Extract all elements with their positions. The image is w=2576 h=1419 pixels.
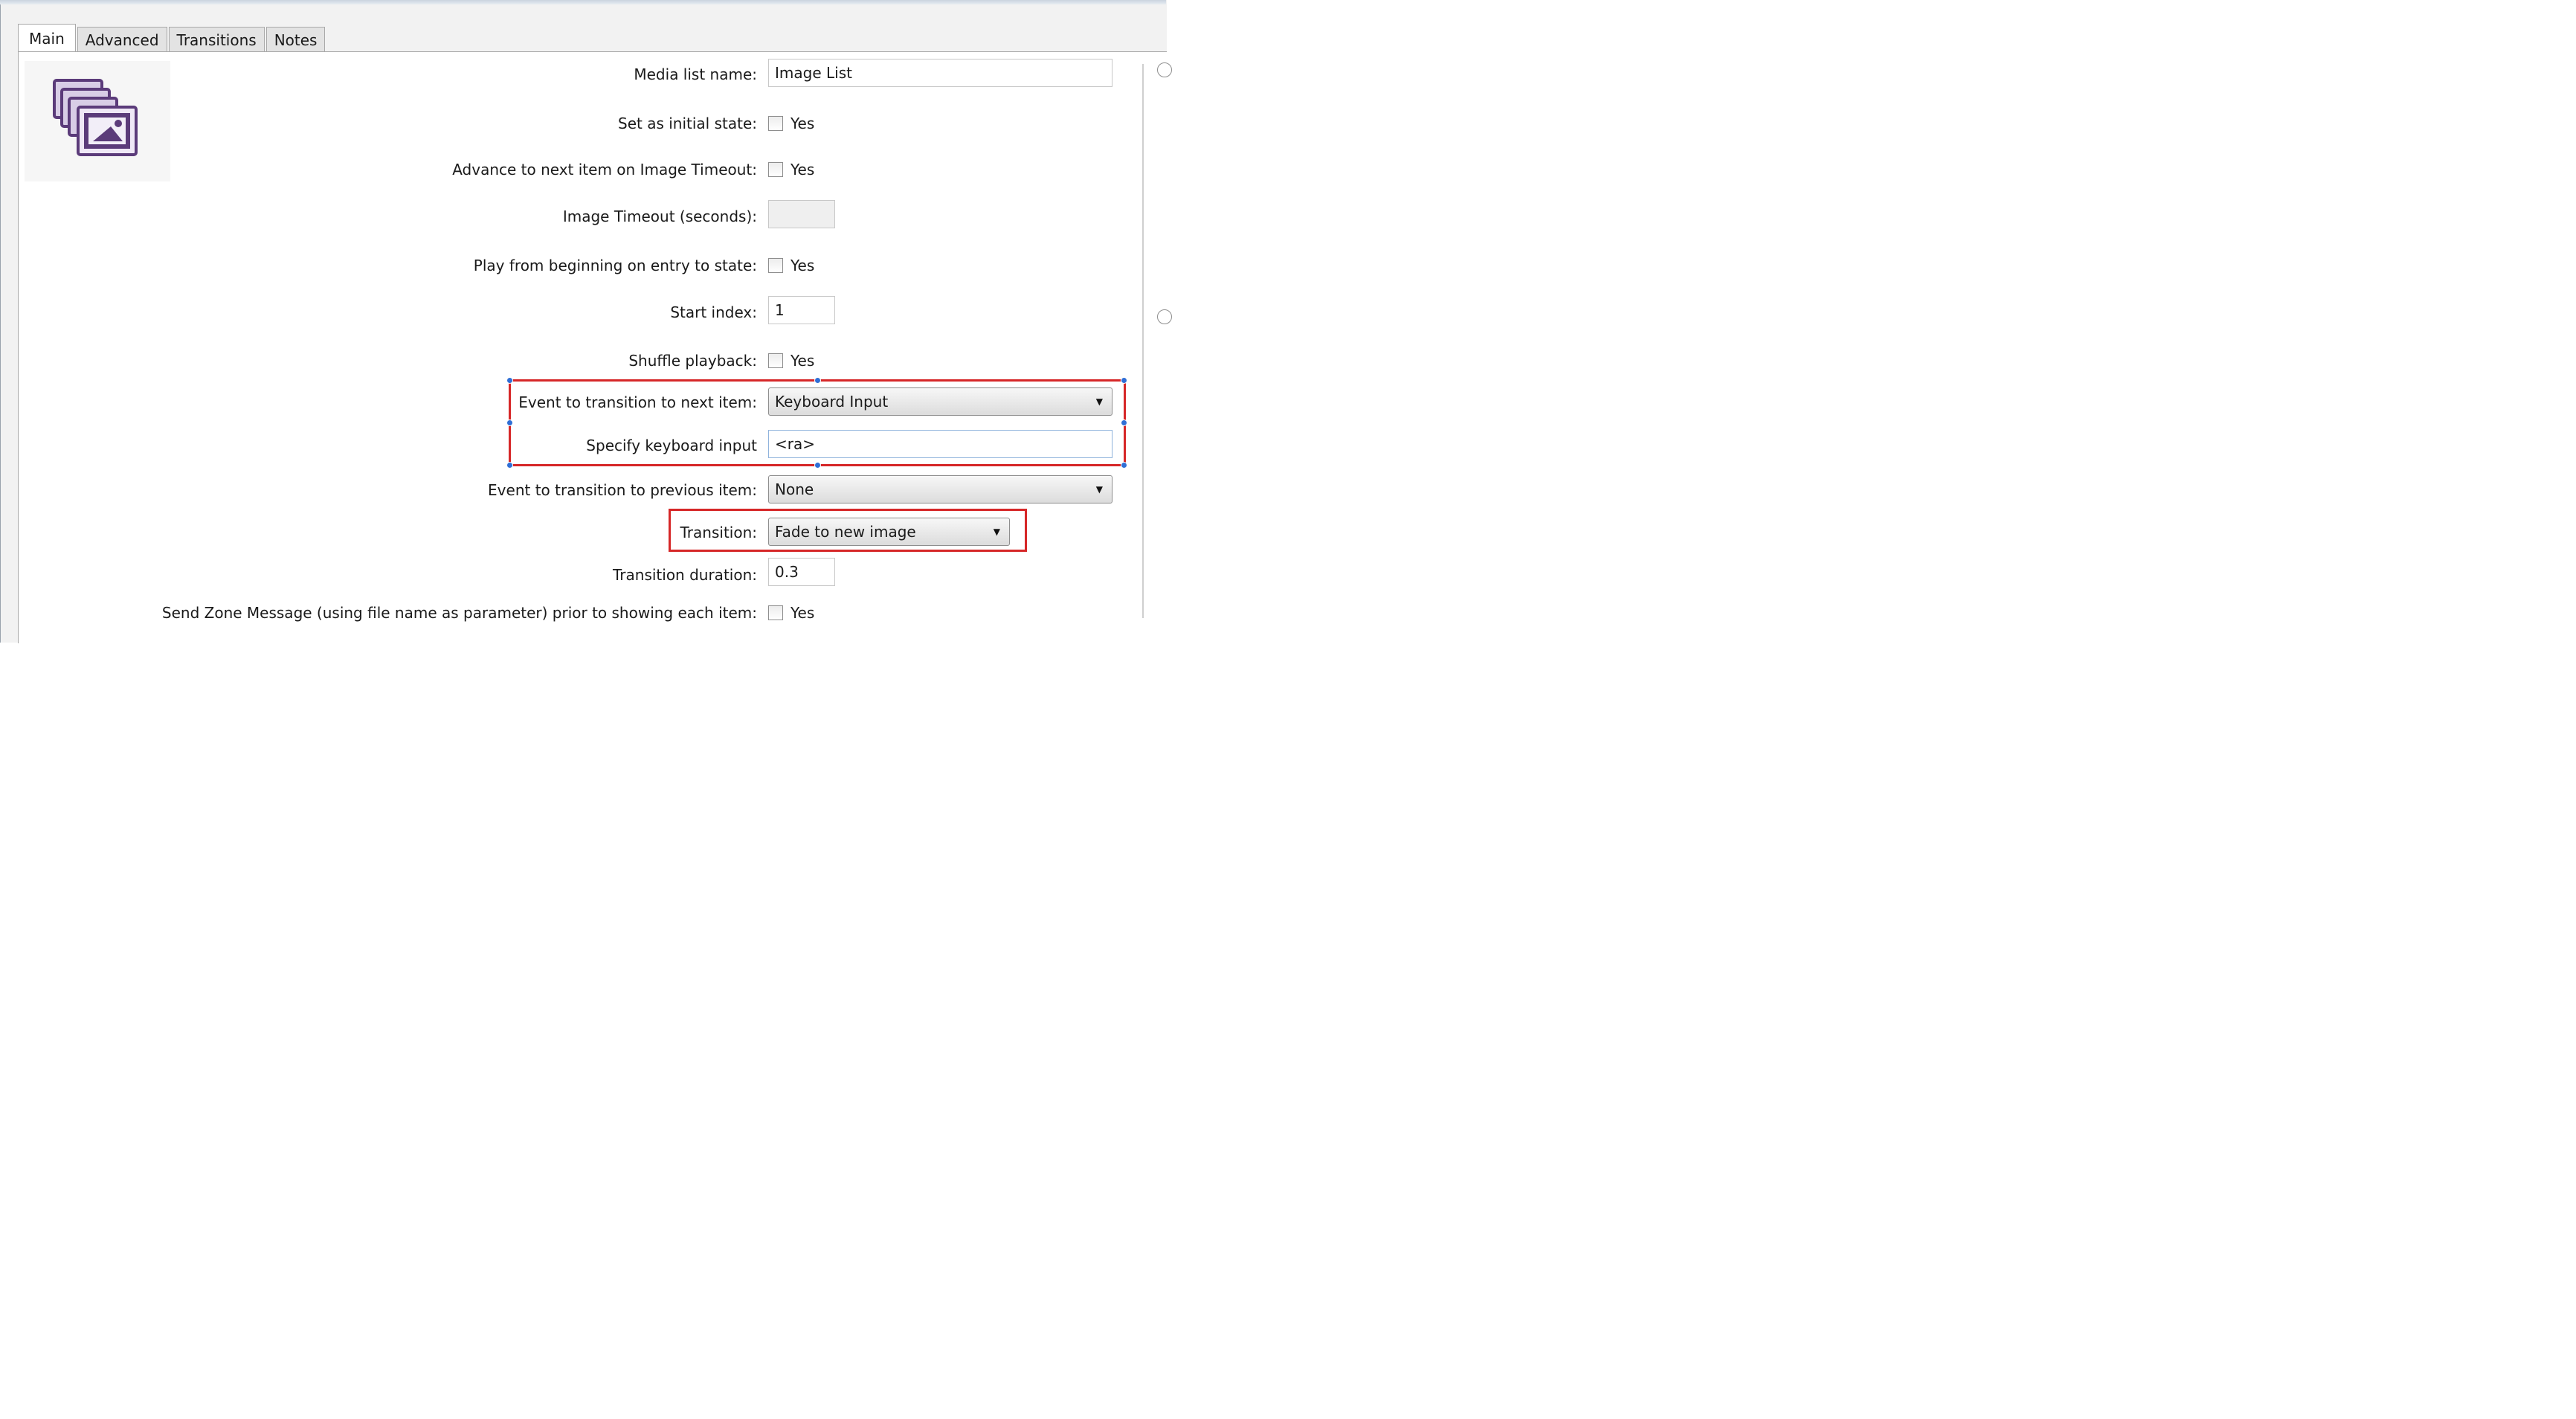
set-initial-state-yes-label: Yes [790,115,815,132]
selection-handle [814,377,821,384]
chevron-down-icon: ▼ [993,527,1000,537]
event-next-label: Event to transition to next item: [518,393,757,411]
advance-on-timeout-checkbox[interactable] [768,162,783,177]
shuffle-playback-option: Yes [768,352,814,370]
panel-divider [1142,64,1144,618]
event-previous-label: Event to transition to previous item: [488,481,757,499]
start-index-input[interactable]: 1 [768,296,835,324]
event-next-dropdown[interactable]: Keyboard Input ▼ [768,387,1112,416]
play-from-beginning-yes-label: Yes [790,257,815,274]
event-next-value: Keyboard Input [775,393,889,411]
selection-handle [814,462,821,469]
transition-duration-input[interactable]: 0.3 [768,558,835,586]
main-panel [18,51,1167,643]
media-list-thumbnail [25,61,170,181]
send-zone-message-yes-label: Yes [790,604,815,622]
advance-on-timeout-option: Yes [768,161,814,178]
transition-duration-label: Transition duration: [613,566,757,584]
advance-on-timeout-label: Advance to next item on Image Timeout: [452,161,757,178]
send-zone-message-checkbox[interactable] [768,605,783,620]
tab-advanced[interactable]: Advanced [77,27,167,52]
set-initial-state-label: Set as initial state: [618,115,757,132]
image-timeout-label: Image Timeout (seconds): [562,207,757,225]
chevron-down-icon: ▼ [1095,484,1103,495]
media-list-name-label: Media list name: [634,65,757,83]
set-initial-state-option: Yes [768,115,814,132]
selection-handle [1121,377,1127,384]
tab-bar: Main Advanced Transitions Notes [18,24,326,52]
set-initial-state-checkbox[interactable] [768,116,783,131]
shuffle-playback-yes-label: Yes [790,352,815,370]
event-previous-dropdown[interactable]: None ▼ [768,475,1112,503]
selection-handle [506,377,513,384]
send-zone-message-label: Send Zone Message (using file name as pa… [161,604,757,622]
radio-button[interactable] [1157,309,1172,324]
shuffle-playback-label: Shuffle playback: [628,352,757,370]
send-zone-message-option: Yes [768,604,814,622]
media-list-name-input[interactable]: Image List [768,59,1112,87]
chevron-down-icon: ▼ [1095,396,1103,407]
selection-handle [1121,462,1127,469]
selection-handle [1121,419,1127,426]
keyboard-input-label: Specify keyboard input [586,437,757,454]
transition-label: Transition: [680,524,757,541]
play-from-beginning-checkbox[interactable] [768,258,783,273]
play-from-beginning-option: Yes [768,257,814,274]
start-index-label: Start index: [670,303,757,321]
stacked-images-icon [53,79,138,156]
radio-button[interactable] [1157,62,1172,77]
play-from-beginning-label: Play from beginning on entry to state: [473,257,757,274]
image-timeout-input[interactable] [768,200,835,228]
selection-handle [506,462,513,469]
advance-on-timeout-yes-label: Yes [790,161,815,178]
event-previous-value: None [775,480,814,498]
selection-handle [506,419,513,426]
title-strip [0,0,1166,4]
transition-value: Fade to new image [775,523,916,541]
tab-main[interactable]: Main [18,24,76,52]
keyboard-input-field[interactable]: <ra> [768,430,1112,458]
tab-notes[interactable]: Notes [265,27,326,52]
transition-dropdown[interactable]: Fade to new image ▼ [768,518,1010,546]
shuffle-playback-checkbox[interactable] [768,353,783,368]
tab-transitions[interactable]: Transitions [168,27,265,52]
